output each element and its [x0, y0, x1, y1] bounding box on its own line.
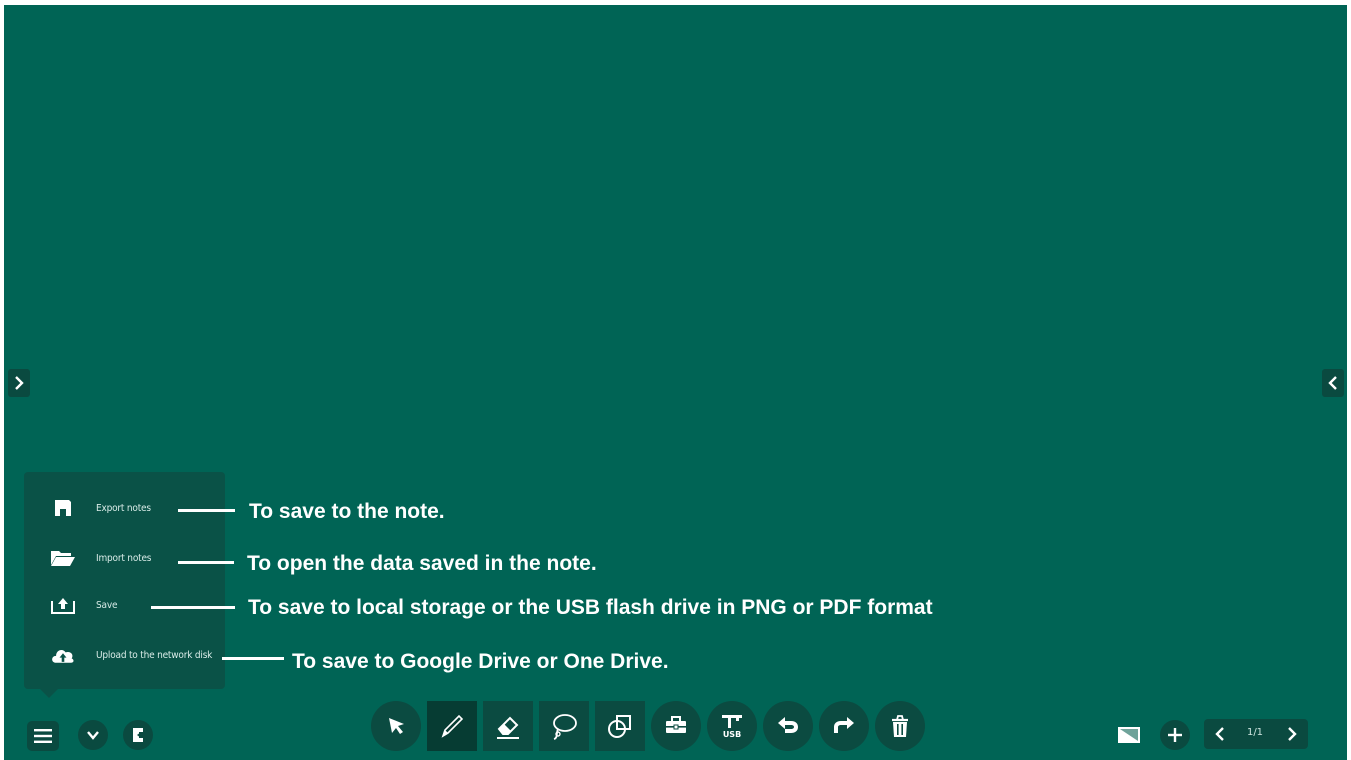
plus-icon: [1168, 728, 1182, 742]
tool-toolbox[interactable]: [651, 701, 701, 751]
file-menu-panel: Export notes Import notes Save Upload to…: [24, 472, 225, 698]
menu-button[interactable]: [27, 721, 59, 751]
callout-line: [178, 561, 234, 564]
tool-select[interactable]: [371, 701, 421, 751]
chevron-down-icon: [87, 731, 99, 740]
redo-icon: [834, 717, 854, 733]
shapes-icon: [608, 715, 631, 738]
cursor-arrow-icon: [389, 718, 404, 734]
toolbox-icon: [666, 716, 686, 733]
background-button[interactable]: [1118, 726, 1140, 744]
tool-delete[interactable]: [875, 701, 925, 751]
chevron-right-icon: [15, 376, 24, 390]
cloud-upload-icon: [50, 644, 76, 666]
menu-item-save[interactable]: Save: [24, 585, 225, 625]
tool-shapes[interactable]: [595, 701, 645, 751]
tool-redo[interactable]: [819, 701, 869, 751]
tool-usb[interactable]: USB: [707, 701, 757, 751]
menu-label: Export notes: [96, 502, 151, 514]
lasso-icon: [553, 714, 577, 740]
usb-label: USB: [723, 730, 741, 739]
chevron-left-icon: [1215, 727, 1224, 741]
annotation-import: To open the data saved in the note.: [247, 552, 597, 575]
tool-undo[interactable]: [763, 701, 813, 751]
usb-icon: USB: [722, 715, 742, 739]
expand-right-tab[interactable]: [1322, 369, 1344, 397]
tool-lasso[interactable]: [539, 701, 589, 751]
chevron-right-icon: [1288, 727, 1297, 741]
callout-line: [151, 606, 235, 609]
next-page-button[interactable]: [1278, 719, 1306, 749]
annotation-upload: To save to Google Drive or One Drive.: [292, 650, 669, 673]
floppy-disk-icon: [50, 497, 76, 519]
menu-item-upload-network-disk[interactable]: Upload to the network disk: [24, 635, 225, 675]
expand-left-tab[interactable]: [8, 369, 30, 397]
menu-label: Save: [96, 599, 118, 611]
add-page-button[interactable]: [1160, 720, 1190, 750]
trash-icon: [892, 715, 908, 737]
board-background-icon: [1118, 727, 1140, 743]
folder-open-icon: [50, 547, 76, 569]
chevron-left-icon: [1328, 376, 1337, 390]
annotation-export: To save to the note.: [249, 500, 445, 523]
upload-tray-icon: [50, 594, 76, 616]
page-indicator: 1/1: [1246, 727, 1264, 738]
collapse-button[interactable]: [78, 720, 108, 750]
tool-eraser[interactable]: [483, 701, 533, 751]
annotation-save: To save to local storage or the USB flas…: [248, 596, 933, 619]
exit-button[interactable]: [123, 720, 153, 750]
menu-label: Upload to the network disk: [96, 649, 213, 661]
menu-item-import-notes[interactable]: Import notes: [24, 538, 225, 578]
exit-door-icon: [133, 728, 143, 742]
page-navigator: 1/1: [1204, 719, 1308, 749]
pen-icon: [441, 714, 464, 738]
undo-icon: [778, 717, 798, 733]
tool-pen[interactable]: [427, 701, 477, 751]
hamburger-icon: [34, 729, 52, 743]
callout-line: [178, 509, 235, 512]
prev-page-button[interactable]: [1206, 719, 1234, 749]
callout-line: [222, 657, 284, 660]
menu-item-export-notes[interactable]: Export notes: [24, 488, 225, 528]
menu-label: Import notes: [96, 552, 152, 564]
drawing-toolbar: USB: [371, 701, 926, 751]
eraser-icon: [497, 716, 519, 739]
